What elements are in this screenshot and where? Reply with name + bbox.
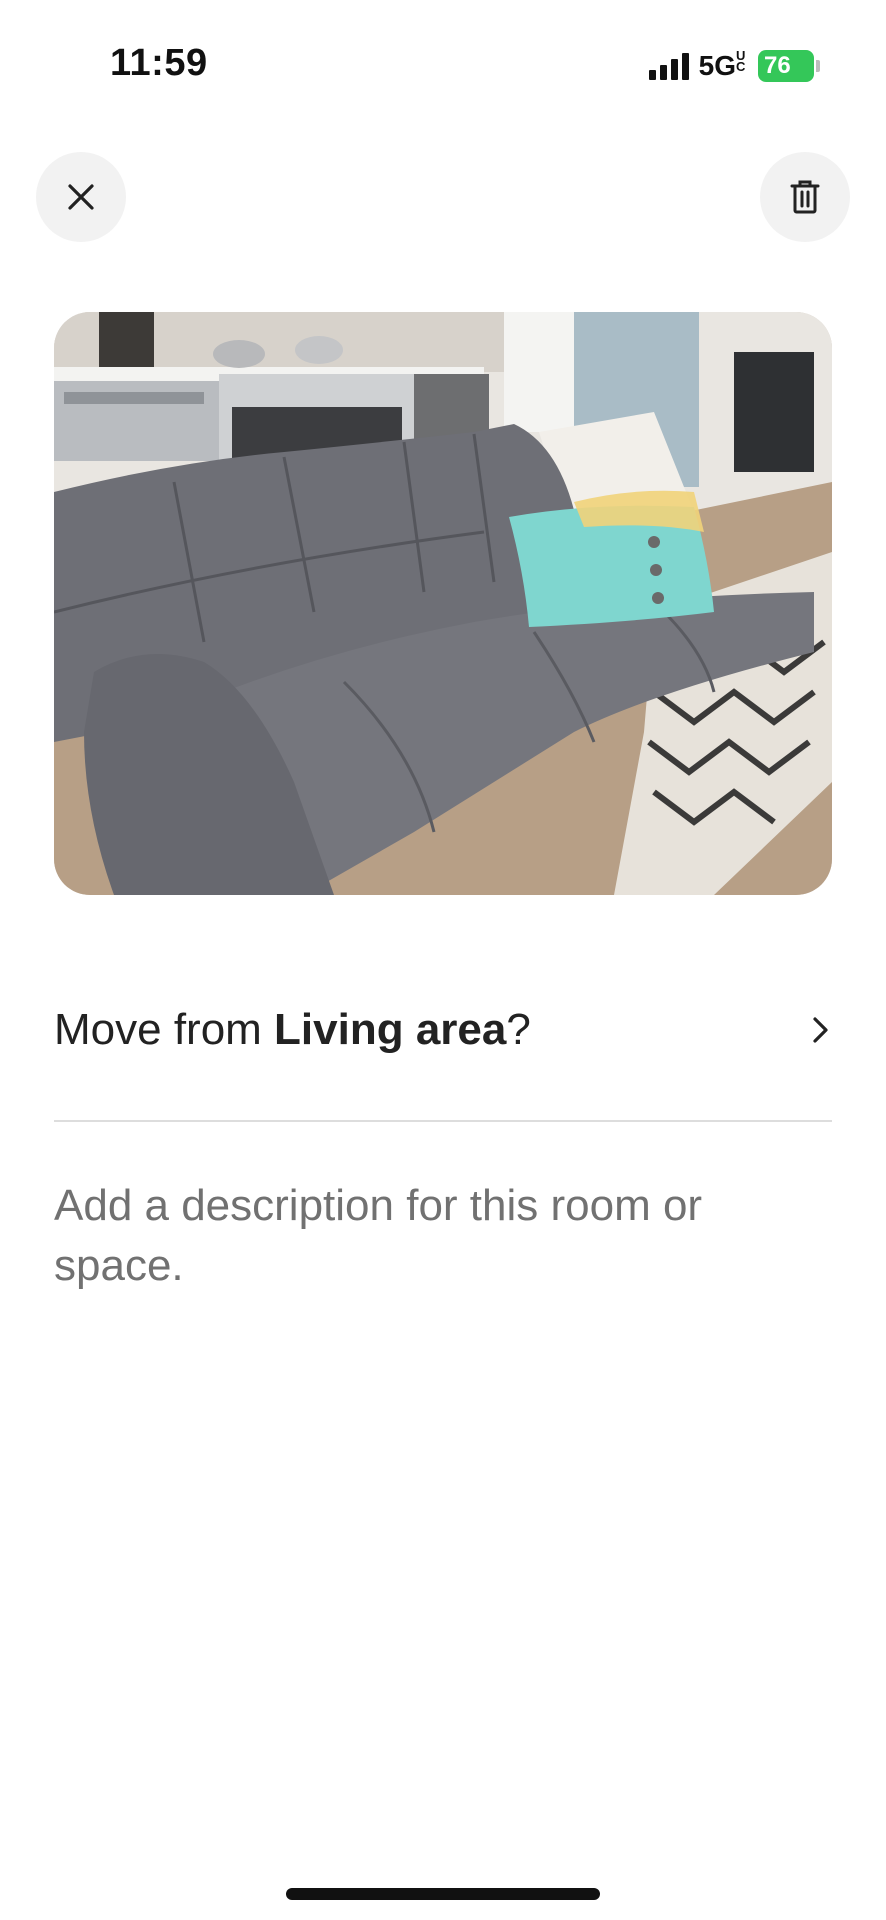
current-room-name: Living area [274,1005,507,1054]
status-indicators: 5GUC 76 [648,48,820,82]
status-time: 11:59 [110,42,208,84]
move-suffix: ? [506,1005,531,1054]
move-room-row[interactable]: Move from Living area? [54,990,832,1070]
cellular-signal-icon [648,52,689,80]
move-prefix: Move from [54,1005,275,1054]
status-bar: 11:59 5GUC 76 [0,0,886,120]
battery-level: 76 [758,50,814,82]
room-photo[interactable] [54,312,832,895]
close-button[interactable] [36,152,126,242]
divider [54,1120,832,1122]
battery-icon: 76 [758,50,820,82]
living-room-illustration [54,312,832,895]
network-sub-label: UC [736,48,746,74]
delete-button[interactable] [760,152,850,242]
description-input[interactable]: Add a description for this room or space… [54,1176,774,1296]
network-label: 5GUC [699,48,748,82]
home-indicator[interactable] [286,1888,600,1900]
trash-icon [790,180,820,214]
close-icon [68,184,94,210]
move-room-text: Move from Living area? [54,1005,531,1055]
chevron-right-icon [813,1017,828,1043]
